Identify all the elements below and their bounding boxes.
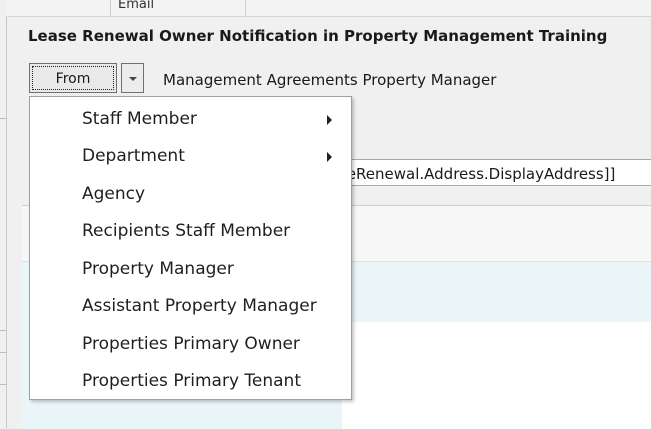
chevron-down-icon: [129, 77, 137, 81]
subject-field[interactable]: seRenewal.Address.DisplayAddress]]: [330, 159, 651, 186]
menu-item-label: Recipients Staff Member: [82, 221, 291, 241]
page-title: Lease Renewal Owner Notification in Prop…: [28, 27, 608, 45]
menu-item-label: Department: [82, 146, 185, 166]
menu-item-label: Property Manager: [82, 259, 234, 279]
menu-item-property-manager[interactable]: Property Manager: [30, 250, 351, 287]
email-column-header: Email: [118, 0, 155, 12]
from-dropdown-button[interactable]: [121, 63, 144, 93]
from-button-label: From: [32, 66, 114, 90]
grid-header-blank-cell: [6, 0, 111, 16]
menu-item-label: Properties Primary Tenant: [82, 371, 301, 391]
chevron-right-icon: [327, 152, 332, 162]
menu-item-assistant-property-manager[interactable]: Assistant Property Manager: [30, 287, 351, 324]
subject-text: seRenewal.Address.DisplayAddress]]: [339, 165, 616, 183]
menu-item-recipients-staff-member[interactable]: Recipients Staff Member: [30, 212, 351, 249]
menu-item-label: Properties Primary Owner: [82, 334, 300, 354]
grid-header-email-cell[interactable]: Email: [110, 0, 246, 16]
left-panel-edge: [0, 0, 7, 428]
from-value: Management Agreements Property Manager: [163, 71, 497, 89]
menu-item-agency[interactable]: Agency: [30, 175, 351, 212]
menu-item-properties-primary-owner[interactable]: Properties Primary Owner: [30, 325, 351, 362]
menu-item-label: Agency: [82, 184, 146, 204]
from-dropdown-menu: Staff Member Department Agency Recipient…: [29, 96, 352, 400]
chevron-right-icon: [327, 115, 332, 125]
menu-item-department[interactable]: Department: [30, 137, 351, 174]
menu-item-properties-primary-tenant[interactable]: Properties Primary Tenant: [30, 362, 351, 399]
menu-item-staff-member[interactable]: Staff Member: [30, 100, 351, 137]
menu-item-label: Staff Member: [82, 109, 197, 129]
from-button[interactable]: From: [29, 63, 117, 93]
menu-item-label: Assistant Property Manager: [82, 296, 317, 316]
grid-header: Email: [6, 0, 651, 17]
editor-content-row: [342, 262, 651, 322]
